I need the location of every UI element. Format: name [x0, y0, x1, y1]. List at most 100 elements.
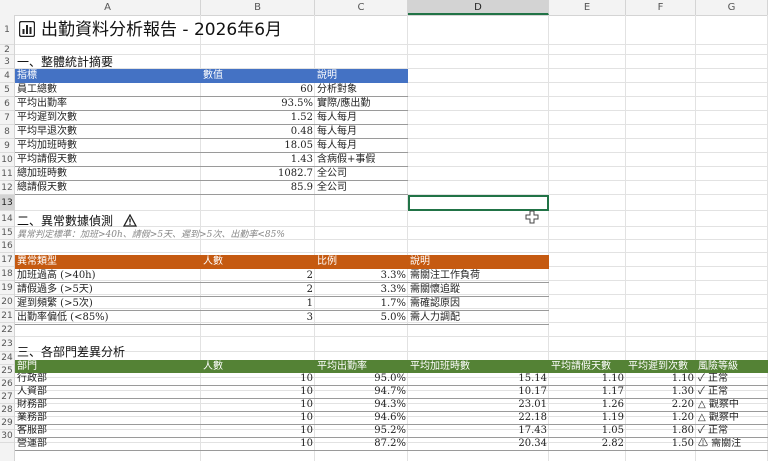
s3-dept-late[interactable]: 2.20 [626, 399, 696, 412]
s3-header-leave[interactable]: 平均請假天數 [549, 360, 626, 373]
s1-metric-value[interactable]: 93.5% [201, 97, 315, 111]
s2-header-ratio[interactable]: 比例 [315, 255, 408, 269]
spreadsheet-grid[interactable]: 出勤資料分析報告 - 2026年6月 一、整體統計摘要 指標 數值 說明 員工總… [15, 15, 768, 461]
s1-metric-value[interactable]: 0.48 [201, 125, 315, 139]
row-header-24[interactable]: 24 [0, 352, 14, 365]
column-header-e[interactable]: E [549, 0, 626, 15]
s3-dept-name[interactable]: 財務部 [15, 399, 201, 412]
s1-metric-value[interactable]: 1.52 [201, 111, 315, 125]
s3-header-risk[interactable]: 風險等級 [696, 360, 768, 373]
row-header-27[interactable]: 27 [0, 391, 14, 404]
s3-dept-name[interactable]: 客服部 [15, 425, 201, 438]
column-header-a[interactable]: A [15, 0, 201, 15]
report-title-cell[interactable]: 出勤資料分析報告 - 2026年6月 [17, 15, 417, 45]
s1-header-metric[interactable]: 指標 [15, 69, 201, 83]
anomaly-criteria-note[interactable]: 異常判定標準：加班>40h、請假>5天、遲到>5次、出勤率<85% [15, 229, 415, 242]
s1-metric-label[interactable]: 總加班時數 [15, 167, 201, 181]
row-header-28[interactable]: 28 [0, 404, 14, 417]
s3-dept-rate[interactable]: 87.2% [315, 438, 408, 451]
s3-dept-name[interactable]: 行政部 [15, 373, 201, 386]
s2-anomaly-note[interactable]: 需確認原因 [408, 297, 549, 311]
column-header-f[interactable]: F [626, 0, 696, 15]
s1-metric-value[interactable]: 1082.7 [201, 167, 315, 181]
s3-dept-count[interactable]: 10 [201, 386, 315, 399]
s3-header-late[interactable]: 平均遲到次數 [626, 360, 696, 373]
s3-dept-risk[interactable]: ✓ 正常 [696, 373, 768, 386]
s2-header-count[interactable]: 人數 [201, 255, 315, 269]
row-header-17[interactable]: 17 [0, 253, 14, 267]
column-header-b[interactable]: B [201, 0, 315, 15]
s1-metric-value[interactable]: 18.05 [201, 139, 315, 153]
s2-anomaly-count[interactable]: 3 [201, 311, 315, 325]
row-header-29[interactable]: 29 [0, 417, 14, 430]
s3-dept-rate[interactable]: 95.0% [315, 373, 408, 386]
s3-dept-ot[interactable]: 23.01 [408, 399, 549, 412]
column-header-c[interactable]: C [315, 0, 408, 15]
s2-header-type[interactable]: 異常類型 [15, 255, 201, 269]
row-header-1[interactable]: 1 [0, 15, 14, 45]
s1-metric-note[interactable]: 每人每月 [315, 125, 408, 139]
row-header-4[interactable]: 4 [0, 69, 14, 83]
s3-dept-risk[interactable]: ✓ 正常 [696, 386, 768, 399]
row-header-30[interactable]: 30 [0, 430, 14, 443]
s3-dept-leave[interactable]: 1.26 [549, 399, 626, 412]
s3-dept-risk[interactable]: ⚠ 需關注 [696, 438, 768, 451]
column-header-d[interactable]: D [408, 0, 549, 15]
row-header-6[interactable]: 6 [0, 97, 14, 111]
s2-anomaly-type[interactable]: 請假過多 (>5天) [15, 283, 201, 297]
s3-dept-rate[interactable]: 94.6% [315, 412, 408, 425]
section1-heading[interactable]: 一、整體統計摘要 [15, 55, 315, 69]
s3-dept-ot[interactable]: 10.17 [408, 386, 549, 399]
s2-anomaly-type[interactable]: 出勤率偏低 (<85%) [15, 311, 201, 325]
row-header-8[interactable]: 8 [0, 125, 14, 139]
s3-dept-ot[interactable]: 15.14 [408, 373, 549, 386]
s3-dept-rate[interactable]: 94.7% [315, 386, 408, 399]
s2-anomaly-count[interactable]: 2 [201, 269, 315, 283]
section2-heading-cell[interactable]: 二、異常數據偵測 [15, 213, 315, 229]
s3-header-count[interactable]: 人數 [201, 360, 315, 373]
row-header-23[interactable]: 23 [0, 337, 14, 352]
s1-metric-note[interactable]: 全公司 [315, 167, 408, 181]
s3-dept-ot[interactable]: 20.34 [408, 438, 549, 451]
s3-header-ot[interactable]: 平均加班時數 [408, 360, 549, 373]
s3-dept-ot[interactable]: 22.18 [408, 412, 549, 425]
s3-dept-name[interactable]: 業務部 [15, 412, 201, 425]
s1-metric-label[interactable]: 平均出勤率 [15, 97, 201, 111]
s1-metric-note[interactable]: 每人每月 [315, 111, 408, 125]
s1-metric-note[interactable]: 每人每月 [315, 139, 408, 153]
s3-dept-late[interactable]: 1.20 [626, 412, 696, 425]
s2-anomaly-note[interactable]: 需關懷追蹤 [408, 283, 549, 297]
s3-dept-leave[interactable]: 1.17 [549, 386, 626, 399]
s1-metric-label[interactable]: 平均請假天數 [15, 153, 201, 167]
row-header-13[interactable]: 13 [0, 195, 14, 211]
row-header-22[interactable]: 22 [0, 323, 14, 337]
row-header-9[interactable]: 9 [0, 139, 14, 153]
row-header-20[interactable]: 20 [0, 295, 14, 309]
s2-header-desc[interactable]: 說明 [408, 255, 549, 269]
s3-dept-count[interactable]: 10 [201, 373, 315, 386]
s1-metric-note[interactable]: 分析對象 [315, 83, 408, 97]
s3-dept-late[interactable]: 1.80 [626, 425, 696, 438]
row-header-10[interactable]: 10 [0, 153, 14, 167]
s3-dept-late[interactable]: 1.10 [626, 373, 696, 386]
row-header-21[interactable]: 21 [0, 309, 14, 323]
row-header-16[interactable]: 16 [0, 240, 14, 253]
s3-dept-name[interactable]: 營運部 [15, 438, 201, 451]
s2-anomaly-ratio[interactable]: 1.7% [315, 297, 408, 311]
s3-header-rate[interactable]: 平均出勤率 [315, 360, 408, 373]
selected-cell-d13[interactable] [408, 195, 549, 211]
s2-anomaly-note[interactable]: 需關注工作負荷 [408, 269, 549, 283]
s3-dept-name[interactable]: 人資部 [15, 386, 201, 399]
s2-anomaly-count[interactable]: 1 [201, 297, 315, 311]
column-header-g[interactable]: G [696, 0, 768, 15]
s1-metric-value[interactable]: 60 [201, 83, 315, 97]
s3-dept-count[interactable]: 10 [201, 412, 315, 425]
s3-dept-rate[interactable]: 95.2% [315, 425, 408, 438]
s1-metric-note[interactable]: 含病假+事假 [315, 153, 408, 167]
s2-anomaly-count[interactable]: 2 [201, 283, 315, 297]
row-header-14[interactable]: 14 [0, 211, 14, 227]
s2-anomaly-ratio[interactable]: 5.0% [315, 311, 408, 325]
s2-anomaly-ratio[interactable]: 3.3% [315, 269, 408, 283]
row-header-3[interactable]: 3 [0, 55, 14, 69]
s3-dept-risk[interactable]: ✓ 正常 [696, 425, 768, 438]
